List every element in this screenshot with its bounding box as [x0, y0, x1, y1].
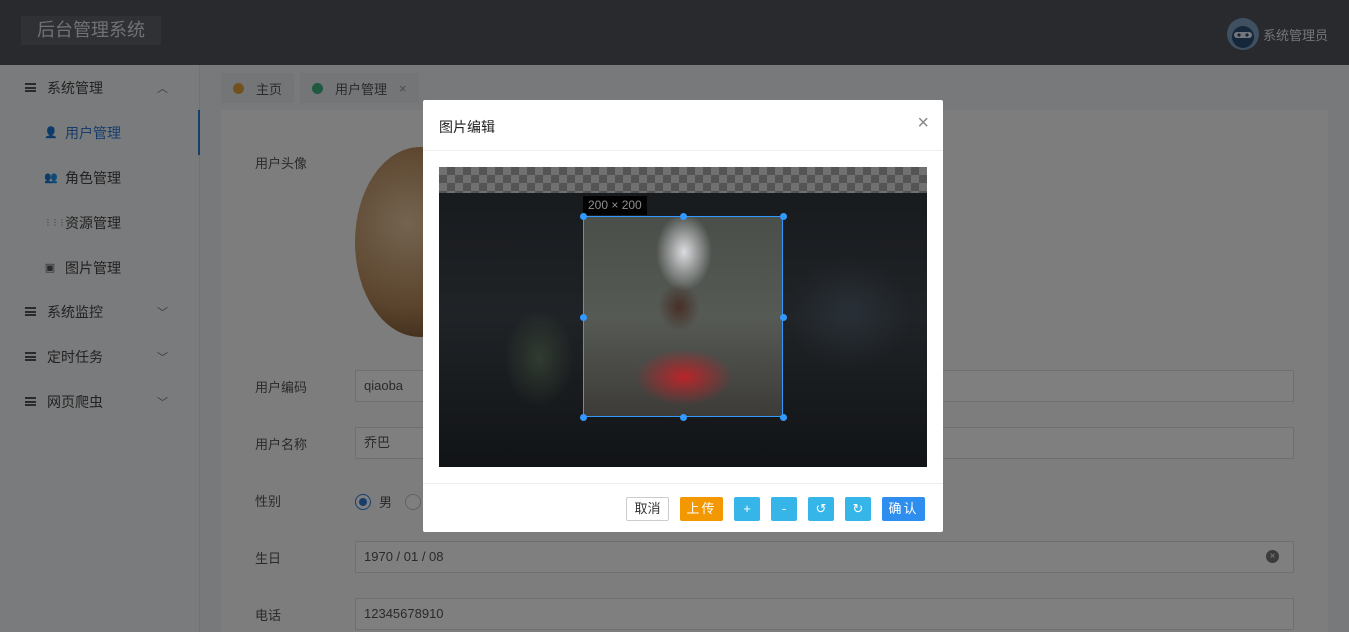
crop-handle-se[interactable] [780, 414, 787, 421]
close-icon[interactable]: × [917, 113, 929, 133]
image-cropper[interactable]: 200 × 200 [439, 167, 927, 467]
crop-box[interactable] [583, 216, 783, 417]
dialog-header: 图片编辑 × [423, 100, 943, 151]
crop-handle-w[interactable] [580, 314, 587, 321]
crop-size-label: 200 × 200 [583, 196, 647, 215]
crop-handle-e[interactable] [780, 314, 787, 321]
dialog-title: 图片编辑 [439, 119, 495, 135]
crop-handle-n[interactable] [680, 213, 687, 220]
crop-handle-ne[interactable] [780, 213, 787, 220]
zoom-out-button[interactable]: - [771, 497, 797, 521]
confirm-button[interactable]: 确认 [882, 497, 925, 521]
rotate-right-button[interactable]: ↻ [845, 497, 871, 521]
dialog-footer: 取消 上传 + - ↺ ↻ 确认 [423, 483, 943, 532]
rotate-left-button[interactable]: ↺ [808, 497, 834, 521]
image-edit-dialog: 图片编辑 × 200 × 200 取消 上传 + - ↺ ↻ 确认 [423, 100, 943, 532]
cancel-button[interactable]: 取消 [626, 497, 669, 521]
upload-button[interactable]: 上传 [680, 497, 723, 521]
crop-handle-sw[interactable] [580, 414, 587, 421]
zoom-in-button[interactable]: + [734, 497, 760, 521]
crop-handle-s[interactable] [680, 414, 687, 421]
crop-handle-nw[interactable] [580, 213, 587, 220]
